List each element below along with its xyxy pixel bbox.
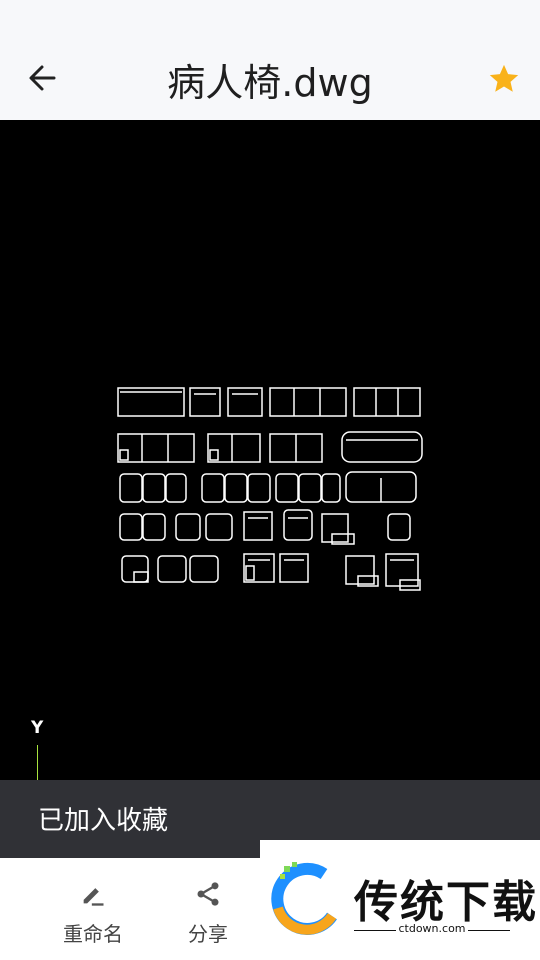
rename-button[interactable]: 重命名 (53, 880, 133, 947)
rename-label: 重命名 (63, 922, 123, 946)
toast-message: 已加入收藏 (38, 806, 169, 836)
share-button[interactable]: 分享 (168, 880, 248, 947)
y-axis-label: Y (31, 718, 44, 738)
y-axis-line (37, 745, 38, 781)
cad-drawing (117, 387, 423, 591)
top-app-bar: 病人椅.dwg (0, 0, 540, 120)
dwg-drawing-canvas[interactable] (0, 120, 540, 780)
ctdown-logo-icon (271, 862, 337, 935)
ad-url-text: ctdown.com (398, 922, 466, 935)
ad-brand-text: 传统下载 (354, 877, 538, 928)
share-label: 分享 (188, 922, 228, 946)
star-icon[interactable] (487, 62, 521, 96)
page-title: 病人椅.dwg (167, 61, 373, 105)
share-icon (197, 882, 219, 906)
edit-pencil-icon (83, 888, 104, 906)
